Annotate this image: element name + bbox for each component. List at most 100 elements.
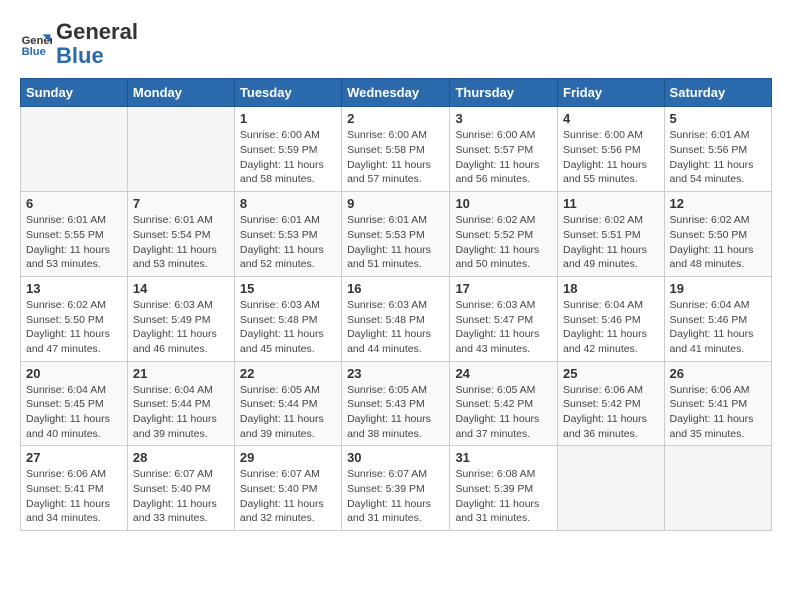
calendar-cell: 17 Sunrise: 6:03 AM Sunset: 5:47 PM Dayli… [450,276,558,361]
week-row-0: 1 Sunrise: 6:00 AM Sunset: 5:59 PM Daylig… [21,107,772,192]
day-info: Sunrise: 6:05 AM Sunset: 5:44 PM Dayligh… [240,383,336,442]
logo-text: GeneralBlue [56,20,138,68]
day-number: 28 [133,450,229,465]
day-number: 10 [455,196,552,211]
day-info: Sunrise: 6:03 AM Sunset: 5:48 PM Dayligh… [240,298,336,357]
day-number: 2 [347,111,444,126]
day-info: Sunrise: 6:07 AM Sunset: 5:40 PM Dayligh… [133,467,229,526]
day-number: 31 [455,450,552,465]
calendar-cell: 19Sunrise: 6:04 AM Sunset: 5:46 PM Dayli… [664,276,771,361]
day-number: 15 [240,281,336,296]
day-info: Sunrise: 6:00 AM Sunset: 5:57 PM Dayligh… [455,128,552,187]
calendar-cell: 7 Sunrise: 6:01 AM Sunset: 5:54 PM Daylig… [127,192,234,277]
calendar-cell: 24Sunrise: 6:05 AM Sunset: 5:42 PM Dayli… [450,361,558,446]
day-number: 16 [347,281,444,296]
day-info: Sunrise: 6:04 AM Sunset: 5:46 PM Dayligh… [563,298,659,357]
day-number: 4 [563,111,659,126]
day-info: Sunrise: 6:00 AM Sunset: 5:58 PM Dayligh… [347,128,444,187]
day-number: 26 [670,366,766,381]
week-row-1: 6Sunrise: 6:01 AM Sunset: 5:55 PM Daylig… [21,192,772,277]
day-number: 9 [347,196,444,211]
calendar-cell: 13 Sunrise: 6:02 AM Sunset: 5:50 PM Dayli… [21,276,128,361]
calendar-cell [558,446,665,531]
day-info: Sunrise: 6:01 AM Sunset: 5:53 PM Dayligh… [240,213,336,272]
calendar-header-row: SundayMondayTuesdayWednesdayThursdayFrid… [21,79,772,107]
day-info: Sunrise: 6:05 AM Sunset: 5:43 PM Dayligh… [347,383,444,442]
day-info: Sunrise: 6:06 AM Sunset: 5:41 PM Dayligh… [26,467,122,526]
day-info: Sunrise: 6:03 AM Sunset: 5:48 PM Dayligh… [347,298,444,357]
page-header: General Blue GeneralBlue [20,20,772,68]
day-number: 14 [133,281,229,296]
day-info: Sunrise: 6:01 AM Sunset: 5:56 PM Dayligh… [670,128,766,187]
calendar-cell: 31Sunrise: 6:08 AM Sunset: 5:39 PM Dayli… [450,446,558,531]
calendar-cell [21,107,128,192]
week-row-3: 20 Sunrise: 6:04 AM Sunset: 5:45 PM Dayli… [21,361,772,446]
calendar-cell: 27Sunrise: 6:06 AM Sunset: 5:41 PM Dayli… [21,446,128,531]
day-number: 5 [670,111,766,126]
calendar-cell: 22 Sunrise: 6:05 AM Sunset: 5:44 PM Dayli… [234,361,341,446]
calendar-cell: 8 Sunrise: 6:01 AM Sunset: 5:53 PM Daylig… [234,192,341,277]
calendar-cell: 15 Sunrise: 6:03 AM Sunset: 5:48 PM Dayli… [234,276,341,361]
day-number: 3 [455,111,552,126]
day-info: Sunrise: 6:07 AM Sunset: 5:39 PM Dayligh… [347,467,444,526]
day-number: 29 [240,450,336,465]
calendar-table: SundayMondayTuesdayWednesdayThursdayFrid… [20,78,772,531]
day-info: Sunrise: 6:04 AM Sunset: 5:46 PM Dayligh… [670,298,766,357]
day-number: 18 [563,281,659,296]
day-info: Sunrise: 6:03 AM Sunset: 5:47 PM Dayligh… [455,298,552,357]
day-info: Sunrise: 6:01 AM Sunset: 5:55 PM Dayligh… [26,213,122,272]
day-number: 1 [240,111,336,126]
week-row-2: 13 Sunrise: 6:02 AM Sunset: 5:50 PM Dayli… [21,276,772,361]
day-number: 7 [133,196,229,211]
day-info: Sunrise: 6:00 AM Sunset: 5:56 PM Dayligh… [563,128,659,187]
day-info: Sunrise: 6:00 AM Sunset: 5:59 PM Dayligh… [240,128,336,187]
day-info: Sunrise: 6:07 AM Sunset: 5:40 PM Dayligh… [240,467,336,526]
day-info: Sunrise: 6:03 AM Sunset: 5:49 PM Dayligh… [133,298,229,357]
svg-text:Blue: Blue [22,46,46,58]
day-number: 17 [455,281,552,296]
calendar-cell: 29 Sunrise: 6:07 AM Sunset: 5:40 PM Dayli… [234,446,341,531]
calendar-cell: 1 Sunrise: 6:00 AM Sunset: 5:59 PM Daylig… [234,107,341,192]
week-row-4: 27Sunrise: 6:06 AM Sunset: 5:41 PM Dayli… [21,446,772,531]
day-info: Sunrise: 6:01 AM Sunset: 5:54 PM Dayligh… [133,213,229,272]
day-info: Sunrise: 6:02 AM Sunset: 5:50 PM Dayligh… [26,298,122,357]
col-header-wednesday: Wednesday [342,79,450,107]
calendar-cell: 16 Sunrise: 6:03 AM Sunset: 5:48 PM Dayli… [342,276,450,361]
day-number: 11 [563,196,659,211]
day-number: 20 [26,366,122,381]
col-header-monday: Monday [127,79,234,107]
calendar-cell: 12Sunrise: 6:02 AM Sunset: 5:50 PM Dayli… [664,192,771,277]
day-number: 8 [240,196,336,211]
day-info: Sunrise: 6:01 AM Sunset: 5:53 PM Dayligh… [347,213,444,272]
calendar-cell: 9 Sunrise: 6:01 AM Sunset: 5:53 PM Daylig… [342,192,450,277]
calendar-cell: 14 Sunrise: 6:03 AM Sunset: 5:49 PM Dayli… [127,276,234,361]
logo: General Blue GeneralBlue [20,20,138,68]
calendar-cell: 6Sunrise: 6:01 AM Sunset: 5:55 PM Daylig… [21,192,128,277]
day-info: Sunrise: 6:04 AM Sunset: 5:45 PM Dayligh… [26,383,122,442]
col-header-friday: Friday [558,79,665,107]
day-number: 13 [26,281,122,296]
col-header-tuesday: Tuesday [234,79,341,107]
calendar-cell [127,107,234,192]
calendar-cell: 28 Sunrise: 6:07 AM Sunset: 5:40 PM Dayli… [127,446,234,531]
calendar-cell: 18 Sunrise: 6:04 AM Sunset: 5:46 PM Dayli… [558,276,665,361]
day-info: Sunrise: 6:06 AM Sunset: 5:41 PM Dayligh… [670,383,766,442]
day-number: 23 [347,366,444,381]
calendar-cell: 21Sunrise: 6:04 AM Sunset: 5:44 PM Dayli… [127,361,234,446]
col-header-thursday: Thursday [450,79,558,107]
day-number: 22 [240,366,336,381]
logo-icon: General Blue [20,28,52,60]
day-info: Sunrise: 6:02 AM Sunset: 5:52 PM Dayligh… [455,213,552,272]
calendar-cell: 10 Sunrise: 6:02 AM Sunset: 5:52 PM Dayli… [450,192,558,277]
col-header-sunday: Sunday [21,79,128,107]
calendar-cell: 11Sunrise: 6:02 AM Sunset: 5:51 PM Dayli… [558,192,665,277]
calendar-cell: 25Sunrise: 6:06 AM Sunset: 5:42 PM Dayli… [558,361,665,446]
calendar-cell: 2 Sunrise: 6:00 AM Sunset: 5:58 PM Daylig… [342,107,450,192]
calendar-cell: 23 Sunrise: 6:05 AM Sunset: 5:43 PM Dayli… [342,361,450,446]
calendar-cell: 20 Sunrise: 6:04 AM Sunset: 5:45 PM Dayli… [21,361,128,446]
calendar-cell: 5 Sunrise: 6:01 AM Sunset: 5:56 PM Daylig… [664,107,771,192]
day-info: Sunrise: 6:05 AM Sunset: 5:42 PM Dayligh… [455,383,552,442]
calendar-cell: 3 Sunrise: 6:00 AM Sunset: 5:57 PM Daylig… [450,107,558,192]
calendar-cell: 30Sunrise: 6:07 AM Sunset: 5:39 PM Dayli… [342,446,450,531]
day-info: Sunrise: 6:06 AM Sunset: 5:42 PM Dayligh… [563,383,659,442]
